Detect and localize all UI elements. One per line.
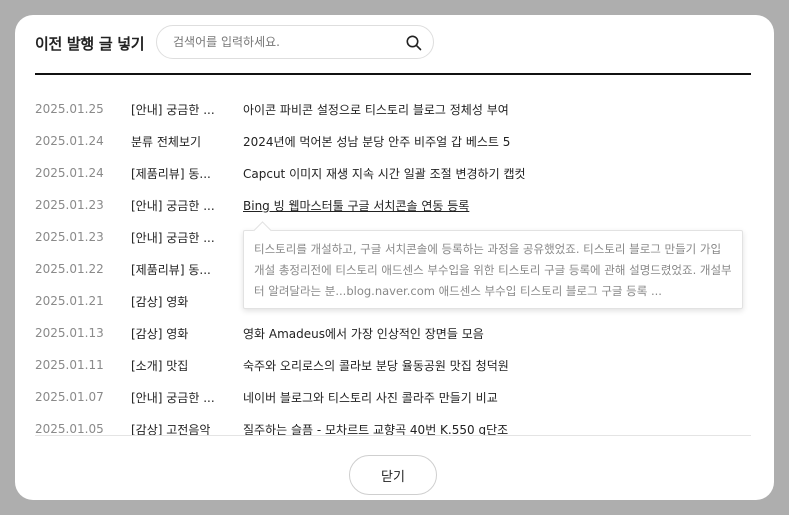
list-divider xyxy=(35,435,751,436)
close-button[interactable]: 닫기 xyxy=(349,455,437,495)
post-preview-tooltip: 티스토리를 개설하고, 구글 서치콘솔에 등록하는 과정을 공유했었죠. 티스토… xyxy=(243,221,743,309)
post-title[interactable]: 질주하는 슬픔 - 모차르트 교향곡 40번 K.550 g단조 xyxy=(243,421,508,435)
post-title[interactable]: 아이콘 파비콘 설정으로 티스토리 블로그 정체성 부여 xyxy=(243,101,509,118)
post-date: 2025.01.22 xyxy=(35,262,104,276)
post-title[interactable]: Capcut 이미지 재생 지속 시간 일괄 조절 변경하기 캡컷 xyxy=(243,165,526,182)
post-category: [제품리뷰] 동... xyxy=(131,263,211,277)
post-category: [소개] 맛집 xyxy=(131,359,189,373)
post-row[interactable]: 2025.01.05 [감상] 고전음악 질주하는 슬픔 - 모차르트 교향곡 … xyxy=(35,413,751,435)
post-row[interactable]: 2025.01.24 [제품리뷰] 동... Capcut 이미지 재생 지속 … xyxy=(35,157,751,189)
post-row-hovered[interactable]: 2025.01.23 [안내] 궁금한 ... Bing 빙 웹마스터툴 구글 … xyxy=(35,189,751,221)
post-category: [감상] 영화 xyxy=(131,327,189,341)
post-category: [감상] 고전음악 xyxy=(131,423,211,435)
post-title[interactable]: 2024년에 먹어본 성남 분당 안주 비주얼 갑 베스트 5 xyxy=(243,133,510,150)
tooltip-text: 티스토리를 개설하고, 구글 서치콘솔에 등록하는 과정을 공유했었죠. 티스토… xyxy=(254,242,732,298)
search-box xyxy=(156,25,434,59)
post-category: [감상] 영화 xyxy=(131,295,189,309)
post-title[interactable]: 영화 Amadeus에서 가장 인상적인 장면들 모음 xyxy=(243,325,484,342)
post-category: [제품리뷰] 동... xyxy=(131,167,211,181)
post-category: 분류 전체보기 xyxy=(131,135,202,149)
post-row[interactable]: 2025.01.07 [안내] 궁금한 ... 네이버 블로그와 티스토리 사진… xyxy=(35,381,751,413)
header-divider xyxy=(35,73,751,75)
post-row[interactable]: 2025.01.13 [감상] 영화 영화 Amadeus에서 가장 인상적인 … xyxy=(35,317,751,349)
post-title[interactable]: Bing 빙 웹마스터툴 구글 서치콘솔 연동 등록 xyxy=(243,197,469,214)
post-date: 2025.01.24 xyxy=(35,166,104,180)
post-row[interactable]: 2025.01.24 분류 전체보기 2024년에 먹어본 성남 분당 안주 비… xyxy=(35,125,751,157)
post-row[interactable]: 2025.01.25 [안내] 궁금한 ... 아이콘 파비콘 설정으로 티스토… xyxy=(35,93,751,125)
post-date: 2025.01.13 xyxy=(35,326,104,340)
post-category: [안내] 궁금한 ... xyxy=(131,231,215,245)
post-date: 2025.01.21 xyxy=(35,294,104,308)
search-icon[interactable] xyxy=(405,34,423,52)
post-date: 2025.01.23 xyxy=(35,230,104,244)
post-row[interactable]: 2025.01.11 [소개] 맛집 숙주와 오리로스의 콜라보 분당 율동공원… xyxy=(35,349,751,381)
search-input[interactable] xyxy=(173,33,393,51)
insert-previous-post-dialog: 이전 발행 글 넣기 2025.01.25 [안내] 궁금한 ... 아이콘 파… xyxy=(15,15,774,500)
dialog-title: 이전 발행 글 넣기 xyxy=(35,35,145,53)
post-title[interactable]: 네이버 블로그와 티스토리 사진 콜라주 만들기 비교 xyxy=(243,389,498,406)
post-date: 2025.01.05 xyxy=(35,422,104,435)
post-date: 2025.01.07 xyxy=(35,390,104,404)
post-date: 2025.01.23 xyxy=(35,198,104,212)
post-category: [안내] 궁금한 ... xyxy=(131,391,215,405)
post-title[interactable]: 숙주와 오리로스의 콜라보 분당 율동공원 맛집 청덕원 xyxy=(243,357,509,374)
post-date: 2025.01.11 xyxy=(35,358,104,372)
post-category: [안내] 궁금한 ... xyxy=(131,103,215,117)
post-date: 2025.01.25 xyxy=(35,102,104,116)
post-category: [안내] 궁금한 ... xyxy=(131,199,215,213)
post-date: 2025.01.24 xyxy=(35,134,104,148)
